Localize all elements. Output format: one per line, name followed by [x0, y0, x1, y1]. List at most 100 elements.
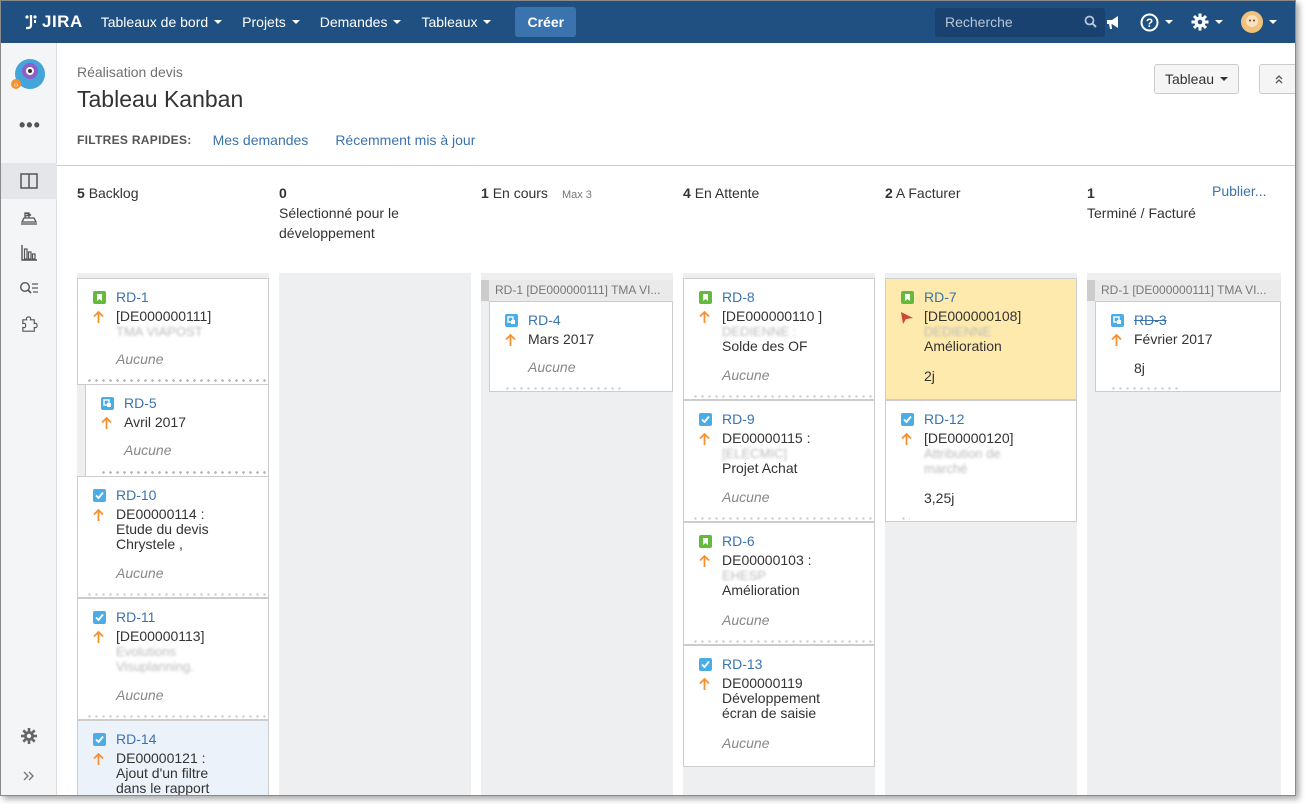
card-rd-14[interactable]: RD-14 DE00000121 : Ajout d'un filtre dan…	[77, 720, 269, 795]
task-checkbox-icon	[699, 658, 712, 671]
issue-epic: Aucune	[722, 735, 770, 751]
nav-boards-label: Tableaux	[421, 14, 478, 30]
column-name: En cours	[492, 185, 548, 201]
issue-summary: [DE000000111]	[116, 308, 212, 324]
issue-key[interactable]: RD-5	[124, 395, 157, 411]
kanban-board-icon[interactable]	[1, 163, 57, 199]
parent-issue-header[interactable]: RD-1 [DE000000111] TMA VI...	[481, 280, 673, 301]
issue-summary-line: DE00000119	[722, 675, 803, 691]
column-max-limit: Max 3	[561, 189, 592, 201]
card-rd-6[interactable]: RD-6 DE00000103 : EHESP Amélioration Auc…	[683, 522, 875, 645]
project-avatar[interactable]: ‹›	[11, 57, 45, 91]
releases-icon[interactable]	[1, 199, 57, 235]
filter-recently-updated[interactable]: Récemment mis à jour	[335, 132, 475, 148]
quick-filters: FILTRES RAPIDES: Mes demandes Récemment …	[77, 132, 502, 148]
issue-summary-line: DE00000121 :	[116, 750, 206, 766]
nav-issues[interactable]: Demandes	[320, 14, 402, 30]
collapse-header-button[interactable]	[1259, 64, 1295, 94]
card-rd-9[interactable]: RD-9 DE00000115 : [ELECMIC] Projet Achat…	[683, 400, 875, 522]
chevron-down-icon	[483, 20, 492, 24]
nav-issues-label: Demandes	[319, 14, 388, 30]
issue-key[interactable]: RD-3	[1134, 312, 1167, 328]
release-link[interactable]: Publier...	[1212, 183, 1266, 199]
issue-key[interactable]: RD-6	[722, 533, 755, 549]
settings-gear-icon[interactable]	[1191, 13, 1223, 31]
issue-key[interactable]: RD-13	[722, 656, 762, 672]
issue-key[interactable]: RD-8	[722, 289, 755, 305]
issues-search-icon[interactable]	[1, 271, 57, 307]
task-checkbox-icon	[93, 489, 106, 502]
quick-filters-label: FILTRES RAPIDES:	[77, 133, 192, 147]
column-count: 0	[279, 185, 287, 201]
card-rd-4[interactable]: RD-4 Mars 2017 Aucune	[489, 301, 673, 392]
issue-key[interactable]: RD-9	[722, 411, 755, 427]
issue-summary: Avril 2017	[124, 414, 187, 430]
column-header-in-progress: 1 En cours Max 3	[481, 183, 661, 205]
nav-dashboards-label: Tableaux de bord	[100, 14, 209, 30]
issue-key[interactable]: RD-11	[116, 609, 155, 625]
time-estimate: 3,25j	[924, 490, 955, 506]
help-icon[interactable]: ?	[1140, 13, 1173, 32]
card-rd-5[interactable]: RD-5 Avril 2017 Aucune	[85, 385, 269, 477]
subtask-icon	[101, 397, 114, 410]
task-checkbox-icon	[93, 611, 106, 624]
issue-key[interactable]: RD-10	[116, 487, 156, 503]
issue-key[interactable]: RD-12	[924, 411, 964, 427]
card-rd-13[interactable]: RD-13 DE00000119 Développement écran de …	[683, 645, 875, 767]
task-checkbox-icon	[901, 413, 914, 426]
column-header-selected: 0 Sélectionné pour le développement	[279, 183, 429, 243]
issue-epic: Aucune	[124, 442, 172, 458]
issue-summary-line: DE00000115 :	[722, 430, 811, 446]
nav-projects-label: Projets	[242, 14, 286, 30]
card-rd-12[interactable]: RD-12 [DE00000120] Attribution de marché…	[885, 400, 1077, 522]
nav-boards[interactable]: Tableaux	[421, 14, 492, 30]
parent-issue-header[interactable]: RD-1 [DE000000111] TMA VI...	[1087, 280, 1281, 301]
card-footer-dots	[86, 379, 268, 382]
priority-arrow-up-icon	[1111, 334, 1122, 346]
card-rd-8[interactable]: RD-8 [DE000000110 ] DEDIENNE : Solde des…	[683, 278, 875, 400]
jira-window: JIRA Tableaux de bord Projets Demandes T…	[0, 0, 1296, 796]
story-icon	[901, 291, 914, 304]
card-footer-dots	[1110, 387, 1180, 390]
card-rd-7[interactable]: RD-7 [DE000000108] DEDIENNE Amélioration…	[885, 278, 1077, 400]
issue-epic: Aucune	[722, 489, 770, 505]
card-footer-dots	[504, 387, 624, 390]
expand-sidebar-icon[interactable]	[1, 758, 57, 794]
column-name: Backlog	[88, 185, 139, 201]
search-input[interactable]: Recherche	[935, 8, 1105, 37]
add-ons-puzzle-icon[interactable]	[1, 307, 57, 343]
issue-summary-blurred: DEDIENNE :	[722, 324, 797, 339]
issue-summary-blurred: DEDIENNE	[924, 324, 992, 339]
priority-arrow-up-icon	[901, 433, 912, 445]
issue-summary-line: [DE00000120]	[924, 430, 1014, 446]
issue-summary-blurred: Attribution de	[924, 446, 1001, 461]
announcement-icon[interactable]	[1105, 15, 1122, 30]
issue-key[interactable]: RD-1	[116, 289, 149, 305]
reports-icon[interactable]	[1, 235, 57, 271]
chevron-down-icon	[1215, 20, 1223, 24]
card-footer-dots	[86, 715, 268, 718]
column-name: Sélectionné pour le développement	[279, 205, 399, 241]
card-footer-dots	[692, 395, 874, 398]
card-rd-3[interactable]: RD-3 Février 2017 8j	[1095, 301, 1281, 392]
nav-dashboards[interactable]: Tableaux de bord	[100, 14, 223, 30]
column-count: 1	[1087, 185, 1095, 201]
jira-logo[interactable]: JIRA	[23, 12, 83, 32]
issue-summary-line: écran de saisie	[722, 705, 817, 721]
board-view-button[interactable]: Tableau	[1154, 64, 1239, 94]
more-options-icon[interactable]: •••	[19, 115, 41, 136]
breadcrumb[interactable]: Réalisation devis	[77, 64, 183, 80]
card-rd-11[interactable]: RD-11 [DE00000113] Evolutions Visuplanni…	[77, 598, 269, 720]
issue-key[interactable]: RD-7	[924, 289, 957, 305]
time-estimate: 2j	[924, 368, 935, 384]
filter-my-issues[interactable]: Mes demandes	[213, 132, 309, 148]
project-settings-gear-icon[interactable]	[1, 718, 57, 754]
issue-summary-blurred: Visuplanning.	[116, 659, 194, 674]
issue-key[interactable]: RD-4	[528, 312, 561, 328]
nav-projects[interactable]: Projets	[242, 14, 300, 30]
issue-key[interactable]: RD-14	[116, 731, 156, 747]
user-avatar[interactable]	[1241, 11, 1277, 33]
create-button[interactable]: Créer	[515, 7, 577, 37]
card-rd-1[interactable]: RD-1 [DE000000111] TMA VIAPOST Aucune	[77, 278, 269, 385]
card-rd-10[interactable]: RD-10 DE00000114 : Etude du devis Chryst…	[77, 476, 269, 598]
